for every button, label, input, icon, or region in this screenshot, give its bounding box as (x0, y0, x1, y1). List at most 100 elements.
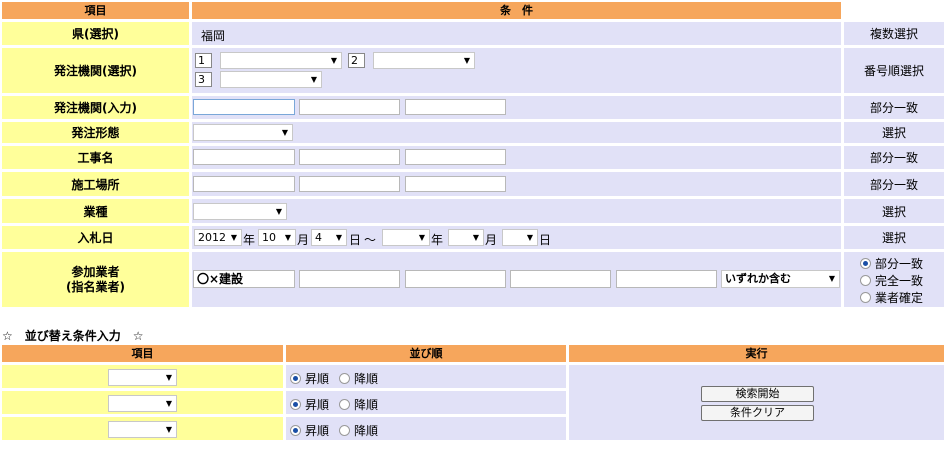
mode-participants: 部分一致 完全一致 業者確定 (844, 252, 944, 307)
cond-participants: 〇×建設 いずれか含む ▼ (192, 252, 841, 307)
to-month-select[interactable]: ▼ (448, 229, 484, 246)
work-place-input-3[interactable] (405, 176, 506, 192)
agency-select-2[interactable]: ▼ (373, 52, 475, 69)
from-year-select[interactable]: 2012 ▼ (194, 229, 242, 246)
sort-2-asc[interactable]: 昇順 (290, 396, 329, 413)
label-work-name: 工事名 (2, 146, 189, 169)
industry-select[interactable]: ▼ (193, 203, 287, 220)
sort-3-asc[interactable]: 昇順 (290, 422, 329, 439)
mode-industry: 選択 (844, 199, 944, 223)
sort-item-select-1[interactable]: ▼ (108, 369, 177, 386)
radio-on-icon (860, 258, 871, 269)
to-year-select[interactable]: ▼ (382, 229, 430, 246)
radio-off-icon (860, 292, 871, 303)
radio-exact-match[interactable]: 完全一致 (860, 272, 923, 289)
prefecture-value[interactable]: 福岡 (201, 27, 225, 44)
chevron-down-icon: ▼ (335, 233, 342, 242)
sort-1-asc[interactable]: 昇順 (290, 370, 329, 387)
sort-row-2-order: 昇順 降順 (286, 391, 566, 414)
agency-input-3[interactable] (405, 99, 506, 115)
sort-header-order: 並び順 (286, 345, 566, 362)
agency-num-1: 1 (195, 53, 212, 68)
sort-row-2-item: ▼ (2, 391, 283, 414)
cond-prefecture: 福岡 (192, 22, 841, 45)
agency-input-1[interactable] (193, 99, 295, 115)
cond-industry: ▼ (192, 199, 841, 223)
sort-row-1-order: 昇順 降順 (286, 365, 566, 388)
radio-off-icon (339, 425, 350, 436)
radio-confirmed[interactable]: 業者確定 (860, 289, 923, 306)
sort-row-3-order: 昇順 降順 (286, 417, 566, 440)
sort-2-desc[interactable]: 降順 (339, 396, 378, 413)
to-day-select[interactable]: ▼ (502, 229, 538, 246)
include-select[interactable]: いずれか含む ▼ (721, 270, 840, 288)
agency-select-3[interactable]: ▼ (220, 71, 322, 88)
company-input-5[interactable] (616, 270, 717, 288)
from-year-unit: 年 (243, 233, 256, 247)
chevron-down-icon: ▼ (330, 56, 337, 65)
work-place-input-1[interactable] (193, 176, 295, 192)
from-month-select[interactable]: 10 ▼ (258, 229, 296, 246)
radio-partial-match[interactable]: 部分一致 (860, 255, 923, 272)
chevron-down-icon: ▼ (463, 56, 470, 65)
radio-off-icon (339, 373, 350, 384)
range-tilde: ～ (364, 233, 377, 247)
sort-section-title: ☆ 並び替え条件入力 ☆ (2, 329, 144, 343)
sort-item-select-3[interactable]: ▼ (108, 421, 177, 438)
chevron-down-icon: ▼ (275, 207, 282, 216)
work-name-input-3[interactable] (405, 149, 506, 165)
label-agency-input: 発注機関(入力) (2, 96, 189, 119)
search-button[interactable]: 検索開始 (701, 386, 814, 402)
cond-bid-date: 2012 ▼ 年 10 ▼ 月 4 ▼ 日 ～ ▼ 年 ▼ 月 ▼ 日 (192, 226, 841, 249)
sort-row-3-item: ▼ (2, 417, 283, 440)
sort-3-desc[interactable]: 降順 (339, 422, 378, 439)
from-month-unit: 月 (297, 233, 310, 247)
mode-work-name: 部分一致 (844, 146, 944, 169)
header-item: 項目 (2, 2, 189, 19)
clear-button[interactable]: 条件クリア (701, 405, 814, 421)
company-input-3[interactable] (405, 270, 506, 288)
label-bid-date: 入札日 (2, 226, 189, 249)
sort-header-item: 項目 (2, 345, 283, 362)
order-type-select[interactable]: ▼ (193, 124, 293, 141)
company-input-4[interactable] (510, 270, 611, 288)
sort-1-desc[interactable]: 降順 (339, 370, 378, 387)
chevron-down-icon: ▼ (165, 425, 172, 434)
cond-work-place (192, 172, 841, 196)
label-work-place: 施工場所 (2, 172, 189, 196)
chevron-down-icon: ▼ (165, 399, 172, 408)
chevron-down-icon: ▼ (418, 233, 425, 242)
sort-item-select-2[interactable]: ▼ (108, 395, 177, 412)
company-input-1[interactable]: 〇×建設 (193, 270, 295, 288)
mode-prefecture: 複数選択 (844, 22, 944, 45)
agency-select-1[interactable]: ▼ (220, 52, 342, 69)
chevron-down-icon: ▼ (526, 233, 533, 242)
radio-on-icon (290, 399, 301, 410)
from-day-select[interactable]: 4 ▼ (311, 229, 347, 246)
mode-work-place: 部分一致 (844, 172, 944, 196)
label-participants: 参加業者 (指名業者) (2, 252, 189, 307)
work-name-input-2[interactable] (299, 149, 400, 165)
execute-cell: 検索開始 条件クリア (569, 365, 944, 440)
chevron-down-icon: ▼ (284, 233, 291, 242)
work-place-input-2[interactable] (299, 176, 400, 192)
agency-num-3: 3 (195, 72, 212, 87)
work-name-input-1[interactable] (193, 149, 295, 165)
mode-bid-date: 選択 (844, 226, 944, 249)
label-agency-select: 発注機関(選択) (2, 48, 189, 93)
label-order-type: 発注形態 (2, 122, 189, 143)
radio-on-icon (290, 425, 301, 436)
mode-agency-input: 部分一致 (844, 96, 944, 119)
company-input-2[interactable] (299, 270, 400, 288)
chevron-down-icon: ▼ (281, 128, 288, 137)
to-year-unit: 年 (431, 233, 444, 247)
company-value: 〇×建設 (197, 272, 244, 286)
label-participants-line2: (指名業者) (66, 279, 125, 294)
chevron-down-icon: ▼ (828, 274, 835, 283)
cond-agency-select: 1 ▼ 2 ▼ 3 ▼ (192, 48, 841, 93)
cond-agency-input (192, 96, 841, 119)
agency-input-2[interactable] (299, 99, 400, 115)
chevron-down-icon: ▼ (472, 233, 479, 242)
mode-agency-select: 番号順選択 (844, 48, 944, 93)
agency-num-2: 2 (348, 53, 365, 68)
